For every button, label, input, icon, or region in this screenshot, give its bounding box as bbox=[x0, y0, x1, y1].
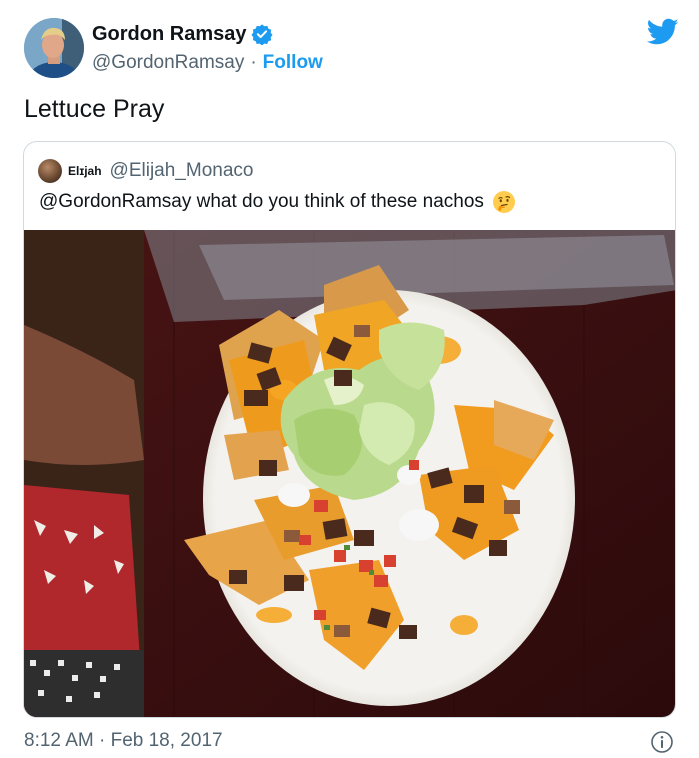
quoted-tweet-header: Elɪjah @Elijah_Monaco bbox=[38, 158, 253, 184]
info-icon[interactable] bbox=[650, 730, 674, 754]
quoted-author-avatar[interactable] bbox=[38, 159, 62, 183]
thinking-face-emoji-icon bbox=[492, 190, 516, 214]
author-avatar[interactable] bbox=[24, 18, 84, 78]
quoted-author-display-name[interactable]: Elɪjah bbox=[68, 164, 102, 178]
nachos-photo[interactable] bbox=[24, 230, 675, 717]
author-block: Gordon Ramsay @GordonRamsay · Follow bbox=[92, 22, 323, 74]
quoted-tweet-text: @GordonRamsay what do you think of these… bbox=[39, 190, 516, 214]
author-handle[interactable]: @GordonRamsay bbox=[92, 52, 244, 74]
tweet-header: Gordon Ramsay @GordonRamsay · Follow bbox=[24, 18, 679, 82]
verified-badge-icon bbox=[251, 23, 274, 46]
quoted-tweet[interactable]: Elɪjah @Elijah_Monaco @GordonRamsay what… bbox=[23, 141, 676, 718]
twitter-bird-icon[interactable] bbox=[646, 18, 679, 46]
tweet-card: Gordon Ramsay @GordonRamsay · Follow Let… bbox=[0, 0, 699, 758]
separator-dot: · bbox=[250, 52, 257, 73]
quoted-author-handle[interactable]: @Elijah_Monaco bbox=[110, 160, 254, 182]
quoted-tweet-body: @GordonRamsay what do you think of these… bbox=[39, 191, 484, 212]
follow-button[interactable]: Follow bbox=[263, 52, 323, 74]
tweet-text: Lettuce Pray bbox=[24, 95, 165, 123]
author-display-name[interactable]: Gordon Ramsay bbox=[92, 23, 246, 46]
tweet-timestamp[interactable]: 8:12 AM · Feb 18, 2017 bbox=[24, 730, 223, 752]
